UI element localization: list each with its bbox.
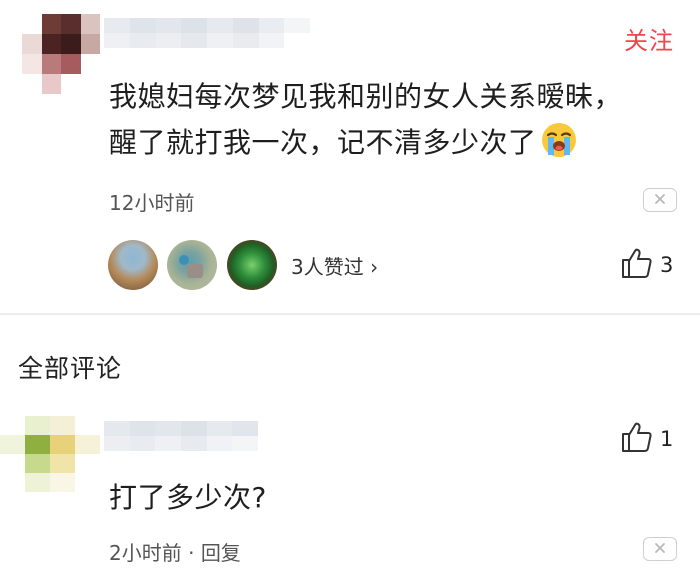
- comment-like-count: 1: [660, 427, 674, 451]
- thumbs-up-icon: [620, 247, 654, 283]
- liker-avatar-figure: [179, 255, 203, 278]
- comments-section-title: 全部评论: [18, 354, 123, 383]
- reply-button[interactable]: 回复: [201, 541, 241, 565]
- comment-like-button[interactable]: 1: [620, 421, 673, 457]
- dismiss-button[interactable]: [643, 537, 677, 561]
- post-text-line-2: 醒了就打我一次，记不清多少次了: [109, 126, 537, 159]
- section-divider: [0, 313, 700, 315]
- post-content: 我媳妇每次梦见我和别的女人关系暧昧， 醒了就打我一次，记不清多少次了: [109, 74, 669, 173]
- follow-button[interactable]: 关注: [624, 21, 674, 56]
- thumbs-up-icon: [620, 421, 654, 457]
- commenter-avatar[interactable]: [0, 416, 100, 492]
- post-text-line-1: 我媳妇每次梦见我和别的女人关系暧昧，: [109, 80, 623, 113]
- comment-timestamp: 2小时前: [109, 541, 182, 565]
- liker-avatar[interactable]: [167, 240, 217, 290]
- close-icon: [653, 191, 667, 210]
- post-like-button[interactable]: 3: [620, 247, 673, 283]
- post-text-line-2-wrap: 醒了就打我一次，记不清多少次了: [109, 120, 669, 173]
- post-like-count: 3: [660, 253, 674, 277]
- commenter-name-blurred[interactable]: [104, 421, 258, 451]
- meta-separator: ·: [181, 541, 201, 565]
- post-timestamp: 12小时前: [109, 191, 195, 215]
- liker-avatar[interactable]: [227, 240, 277, 290]
- dismiss-button[interactable]: [643, 188, 677, 212]
- author-name-blurred[interactable]: [104, 18, 310, 48]
- close-icon: [653, 540, 667, 559]
- likers-link[interactable]: 3人赞过 ›: [291, 251, 378, 280]
- crying-face-icon: [539, 121, 579, 173]
- comment-meta: 2小时前 · 回复: [109, 537, 241, 566]
- liker-avatar[interactable]: [108, 240, 158, 290]
- author-avatar[interactable]: [22, 14, 100, 94]
- comment-content: 打了多少次?: [109, 481, 267, 514]
